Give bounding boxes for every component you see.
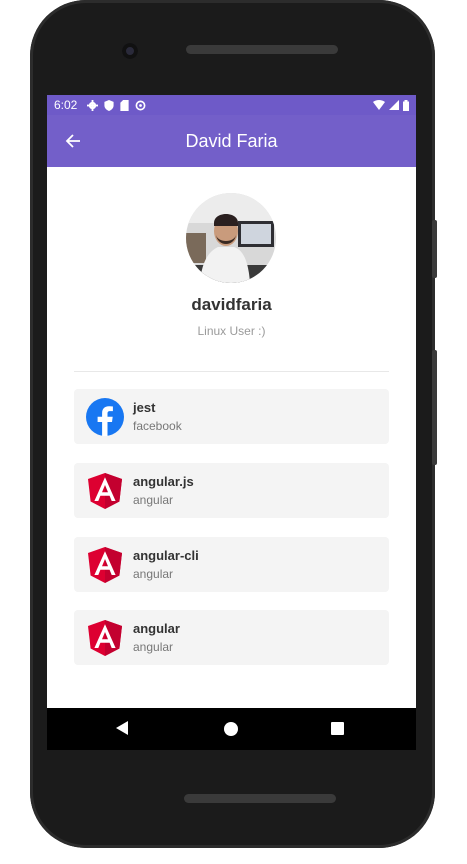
avatar (186, 193, 276, 283)
repo-card[interactable]: angular.js angular (74, 463, 389, 518)
earpiece-speaker (186, 45, 338, 54)
repo-card[interactable]: angular angular (74, 610, 389, 665)
profile-bio: Linux User :) (197, 324, 266, 338)
repo-card[interactable]: angular-cli angular (74, 537, 389, 592)
back-button[interactable] (61, 129, 85, 153)
divider (74, 371, 389, 372)
cell-signal-icon (389, 100, 399, 110)
battery-icon (403, 99, 409, 111)
repo-owner: angular (133, 640, 174, 654)
app-screen: 6:02 David Faria davidfaria Linux User:… (47, 95, 416, 708)
front-camera (122, 43, 138, 59)
data-saver-icon (135, 100, 146, 110)
wifi-icon (373, 100, 385, 110)
repo-owner: angular (133, 567, 174, 581)
facebook-logo-icon (86, 397, 124, 436)
nav-recents-icon[interactable] (331, 722, 344, 735)
app-bar-title: David Faria (185, 130, 278, 151)
repo-owner: facebook (133, 419, 182, 433)
repo-card[interactable]: jest facebook (74, 389, 389, 444)
repo-name: angular.js (133, 474, 194, 489)
status-bar: 6:02 (47, 95, 416, 115)
nav-home-icon[interactable] (224, 722, 238, 736)
nav-back-icon[interactable] (116, 721, 128, 735)
status-time: 6:02 (54, 98, 78, 112)
settings-icon (87, 99, 99, 111)
arrow-back-icon (65, 134, 80, 148)
angular-logo-icon (86, 472, 124, 510)
app-bar: David Faria (47, 115, 416, 167)
system-nav-bar (47, 708, 416, 750)
power-button (432, 350, 437, 465)
repo-name: angular-cli (133, 548, 199, 563)
angular-logo-icon (86, 619, 124, 657)
repo-owner: angular (133, 493, 174, 507)
volume-button (432, 220, 437, 278)
angular-logo-icon (86, 546, 124, 584)
repo-name: angular (133, 621, 180, 636)
profile-username: davidfaria (191, 295, 272, 314)
repo-name: jest (133, 400, 156, 415)
bottom-speaker (184, 794, 336, 803)
sd-card-icon (120, 99, 129, 111)
shield-icon (104, 99, 114, 111)
